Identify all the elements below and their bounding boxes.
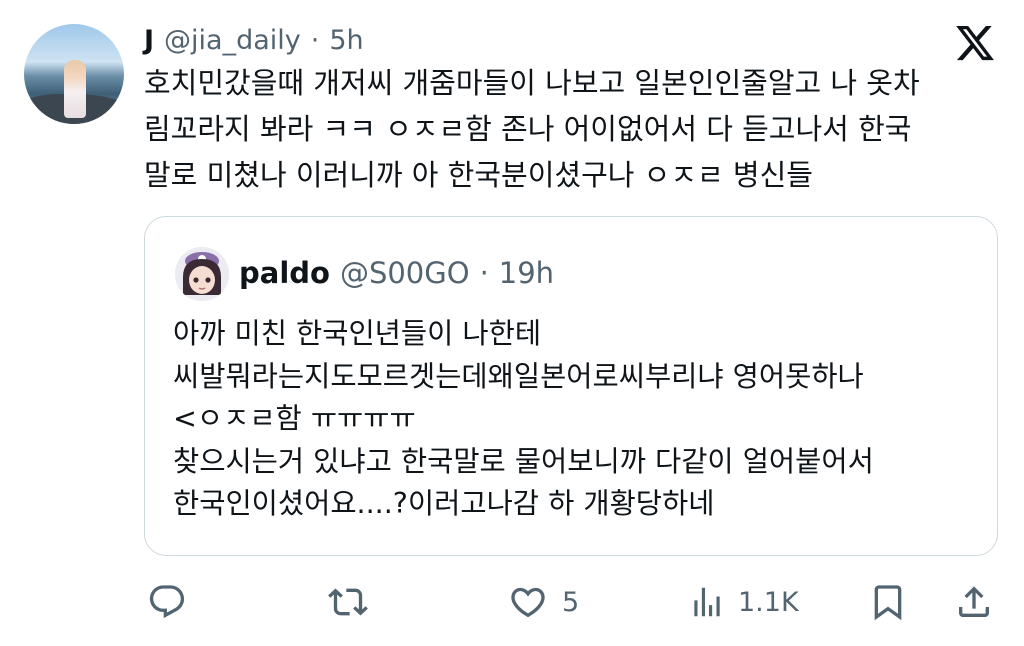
quote-user-handle[interactable]: @S00GO — [340, 256, 470, 290]
display-name[interactable]: J — [144, 25, 154, 56]
bookmark-icon — [874, 585, 902, 621]
heart-icon — [511, 587, 545, 618]
avatar[interactable] — [24, 24, 124, 124]
x-logo-icon — [956, 25, 994, 61]
separator-dot: · — [310, 24, 320, 56]
retweet-icon — [328, 588, 368, 616]
reply-icon — [149, 585, 185, 619]
share-icon — [959, 586, 989, 617]
user-handle[interactable]: @jia_daily — [164, 25, 301, 56]
tweet-text: 호치민갔을때 개저씨 개줌마들이 나보고 일본인인줄알고 나 옷차 림꼬라지 봐… — [144, 60, 994, 198]
quote-text-line: 찾으시는거 있냐고 한국말로 물어보니까 다같이 얼어붙어서 — [173, 444, 874, 478]
tweet-header: J @jia_daily · 5h — [144, 22, 364, 58]
retweet-button[interactable] — [326, 582, 370, 622]
quote-display-name[interactable]: paldo — [239, 256, 330, 290]
quote-avatar[interactable] — [175, 247, 229, 301]
views-icon — [694, 587, 720, 617]
quote-text-line: 한국인이셨어요....?이러고나감 하 개황당하네 — [173, 487, 715, 520]
reply-button[interactable] — [146, 582, 188, 622]
quote-timestamp[interactable]: 19h — [499, 256, 554, 290]
bookmark-button[interactable] — [868, 582, 908, 622]
like-count: 5 — [562, 586, 580, 618]
quoted-tweet[interactable]: paldo @S00GO · 19h 아까 미친 한국인년들이 나한테 씨발뭐라… — [144, 216, 998, 556]
quote-text: 아까 미친 한국인년들이 나한테 씨발뭐라는지도모르겟는데왜일본어로씨부리냐 영… — [173, 313, 983, 526]
quote-header: paldo @S00GO · 19h — [239, 253, 554, 293]
timestamp[interactable]: 5h — [329, 25, 363, 56]
like-button[interactable]: 5 — [506, 582, 579, 622]
quote-text-line: 씨발뭐라는지도모르겟는데왜일본어로씨부리냐 영어못하나 — [173, 359, 864, 393]
tweet-text-line: 림꼬라지 봐라 ㅋㅋ ㅇㅈㄹ함 존나 어이없어서 다 듣고나서 한국 — [144, 112, 912, 146]
separator-dot: · — [479, 256, 489, 290]
share-button[interactable] — [954, 582, 994, 622]
views-count: 1.1K — [738, 586, 799, 618]
quote-text-line: 아까 미친 한국인년들이 나한테 — [173, 317, 542, 350]
views-button[interactable]: 1.1K — [688, 582, 799, 622]
action-bar: 5 1.1K — [0, 574, 1024, 628]
quote-text-line: <ㅇㅈㄹ함 ㅠㅠㅠㅠ — [173, 402, 416, 435]
tweet-text-line: 말로 미쳤나 이러니까 아 한국분이셨구나 ㅇㅈㄹ 병신들 — [144, 158, 813, 192]
tweet-text-line: 호치민갔을때 개저씨 개줌마들이 나보고 일본인인줄알고 나 옷차 — [144, 66, 920, 100]
